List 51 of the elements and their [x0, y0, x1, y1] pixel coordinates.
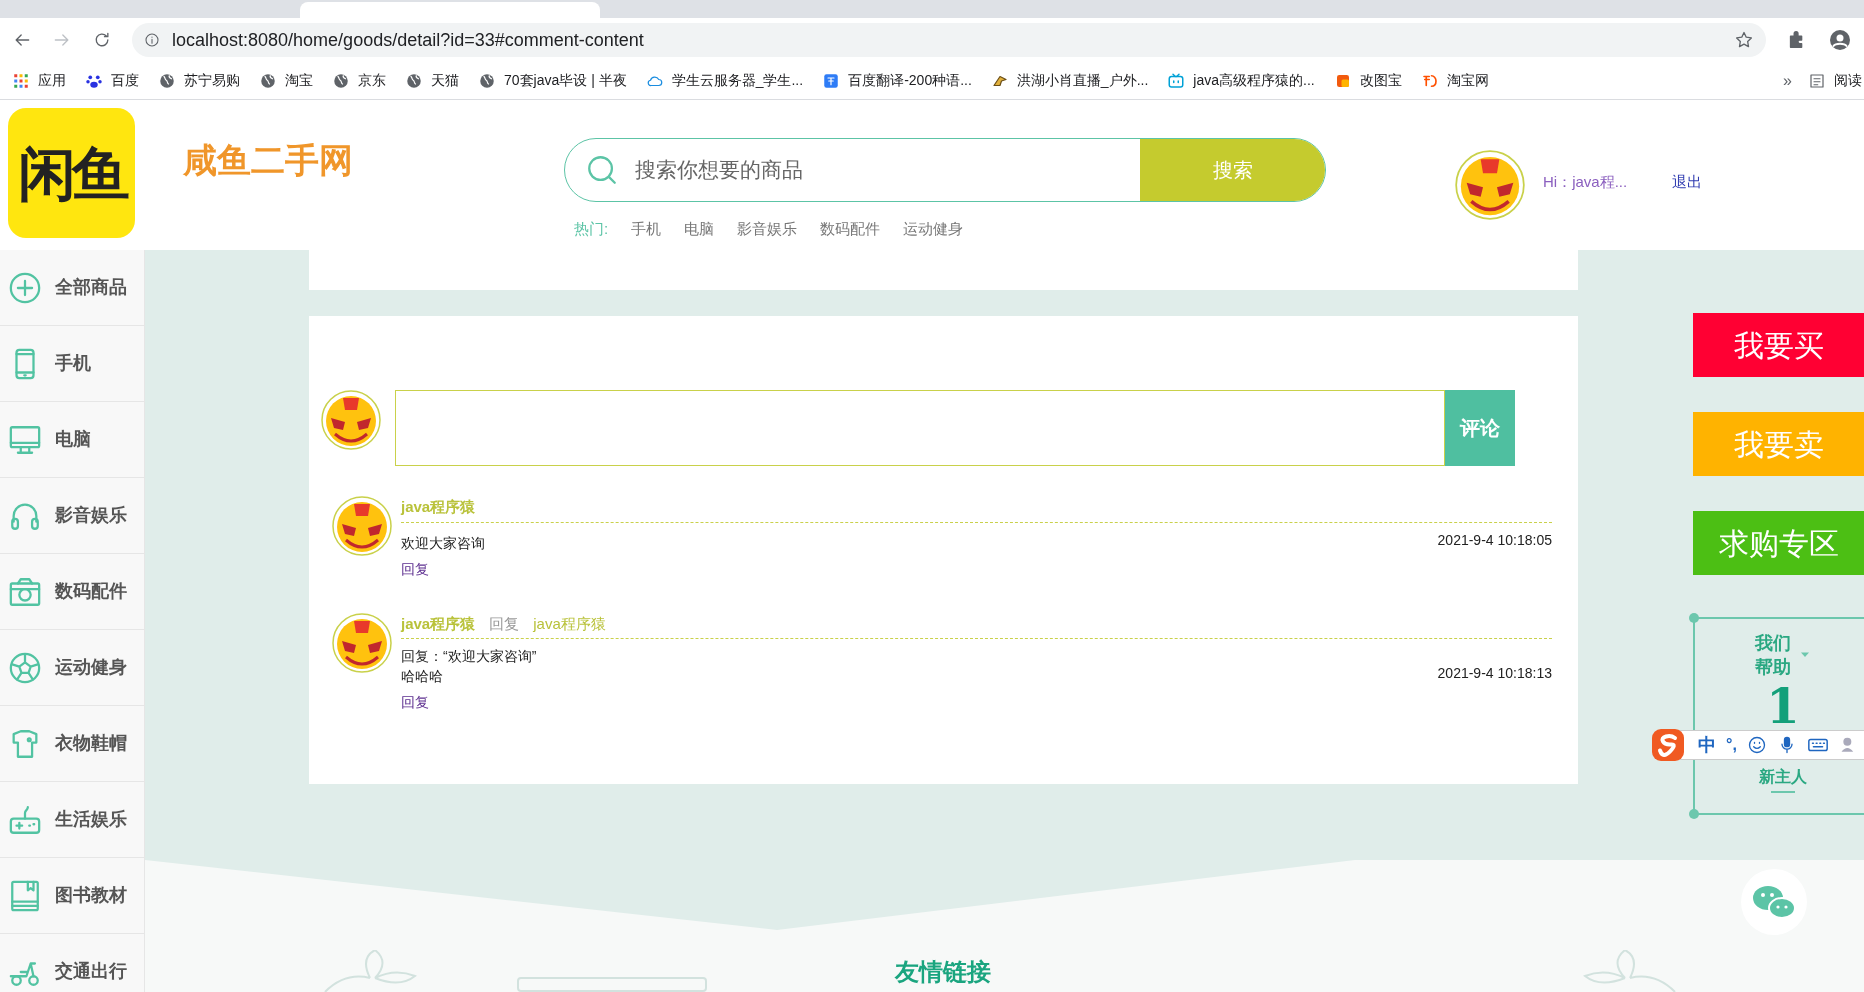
- reply-link[interactable]: 回复: [401, 560, 429, 577]
- sidebar-item[interactable]: 全部商品: [0, 250, 144, 326]
- hot-word-link[interactable]: 运动健身: [903, 218, 964, 241]
- action-button[interactable]: 我要买: [1693, 313, 1864, 377]
- reply-link[interactable]: 回复: [401, 694, 429, 710]
- help-count: 1: [1766, 679, 1800, 733]
- sidebar-item[interactable]: 生活娱乐: [0, 782, 144, 858]
- bookmark[interactable]: 京东: [332, 70, 386, 91]
- reply-label: 回复: [489, 613, 520, 634]
- ime-punctuation[interactable]: °,: [1726, 733, 1737, 757]
- help-title: 我们: [1755, 631, 1791, 655]
- bookmark[interactable]: 百度: [85, 70, 139, 91]
- bookmark[interactable]: 70套java毕设 | 半夜: [478, 70, 627, 91]
- more-bookmarks-button[interactable]: »: [1783, 68, 1792, 93]
- logo[interactable]: 闲鱼: [8, 108, 135, 238]
- bookmark[interactable]: 天猫: [405, 70, 459, 91]
- bookmark[interactable]: 改图宝: [1333, 70, 1402, 91]
- section-title: 友情链接: [895, 958, 991, 986]
- bookmark[interactable]: 百度翻译-200种语...: [822, 70, 972, 91]
- hot-word-link[interactable]: 影音娱乐: [737, 218, 798, 241]
- bookmark[interactable]: 应用: [12, 70, 66, 91]
- bookmark[interactable]: 淘宝: [259, 70, 313, 91]
- comment-text: 欢迎大家咨询: [401, 533, 485, 553]
- hot-label: 热门:: [574, 219, 609, 239]
- hot-word-link[interactable]: 手机: [631, 218, 662, 241]
- help-caption: 新主人: [1759, 767, 1807, 787]
- sidebar-item[interactable]: 交通出行: [0, 934, 144, 992]
- comment-text: 哈哈哈: [401, 667, 444, 686]
- hot-word-link[interactable]: 电脑: [684, 218, 715, 241]
- hot-word-link[interactable]: 数码配件: [820, 218, 881, 241]
- bookmark[interactable]: 淘宝网: [1420, 70, 1489, 91]
- sidebar-item[interactable]: 影音娱乐: [0, 478, 144, 554]
- comment-time: 2021-9-4 10:18:13: [1437, 664, 1552, 683]
- ime-language[interactable]: 中: [1698, 731, 1716, 759]
- sidebar-item[interactable]: 手机: [0, 326, 144, 402]
- reading-list-button[interactable]: 阅读: [1808, 70, 1864, 91]
- comment-text: 回复：“欢迎大家咨询”: [401, 647, 537, 666]
- sidebar-item[interactable]: 衣物鞋帽: [0, 706, 144, 782]
- bookmark[interactable]: 洪湖小肖直播_户外...: [990, 70, 1149, 91]
- sidebar-item[interactable]: 电脑: [0, 402, 144, 478]
- sidebar-item[interactable]: 图书教材: [0, 858, 144, 934]
- sidebar-item[interactable]: 运动健身: [0, 630, 144, 706]
- help-title: 帮助: [1755, 655, 1791, 679]
- address-bar[interactable]: localhost:8080/home/goods/detail?id=33#comment-content: [132, 23, 1766, 57]
- bookmark[interactable]: 苏宁易购: [158, 70, 240, 91]
- bookmark[interactable]: 学生云服务器_学生...: [645, 70, 804, 91]
- logout-link[interactable]: 退出: [1672, 171, 1702, 194]
- bookmark[interactable]: java高级程序猿的...: [1167, 70, 1315, 91]
- sidebar-item[interactable]: 数码配件: [0, 554, 144, 630]
- comment-time: 2021-9-4 10:18:05: [1437, 530, 1552, 550]
- greeting-link[interactable]: Hi：java程...: [1543, 171, 1628, 194]
